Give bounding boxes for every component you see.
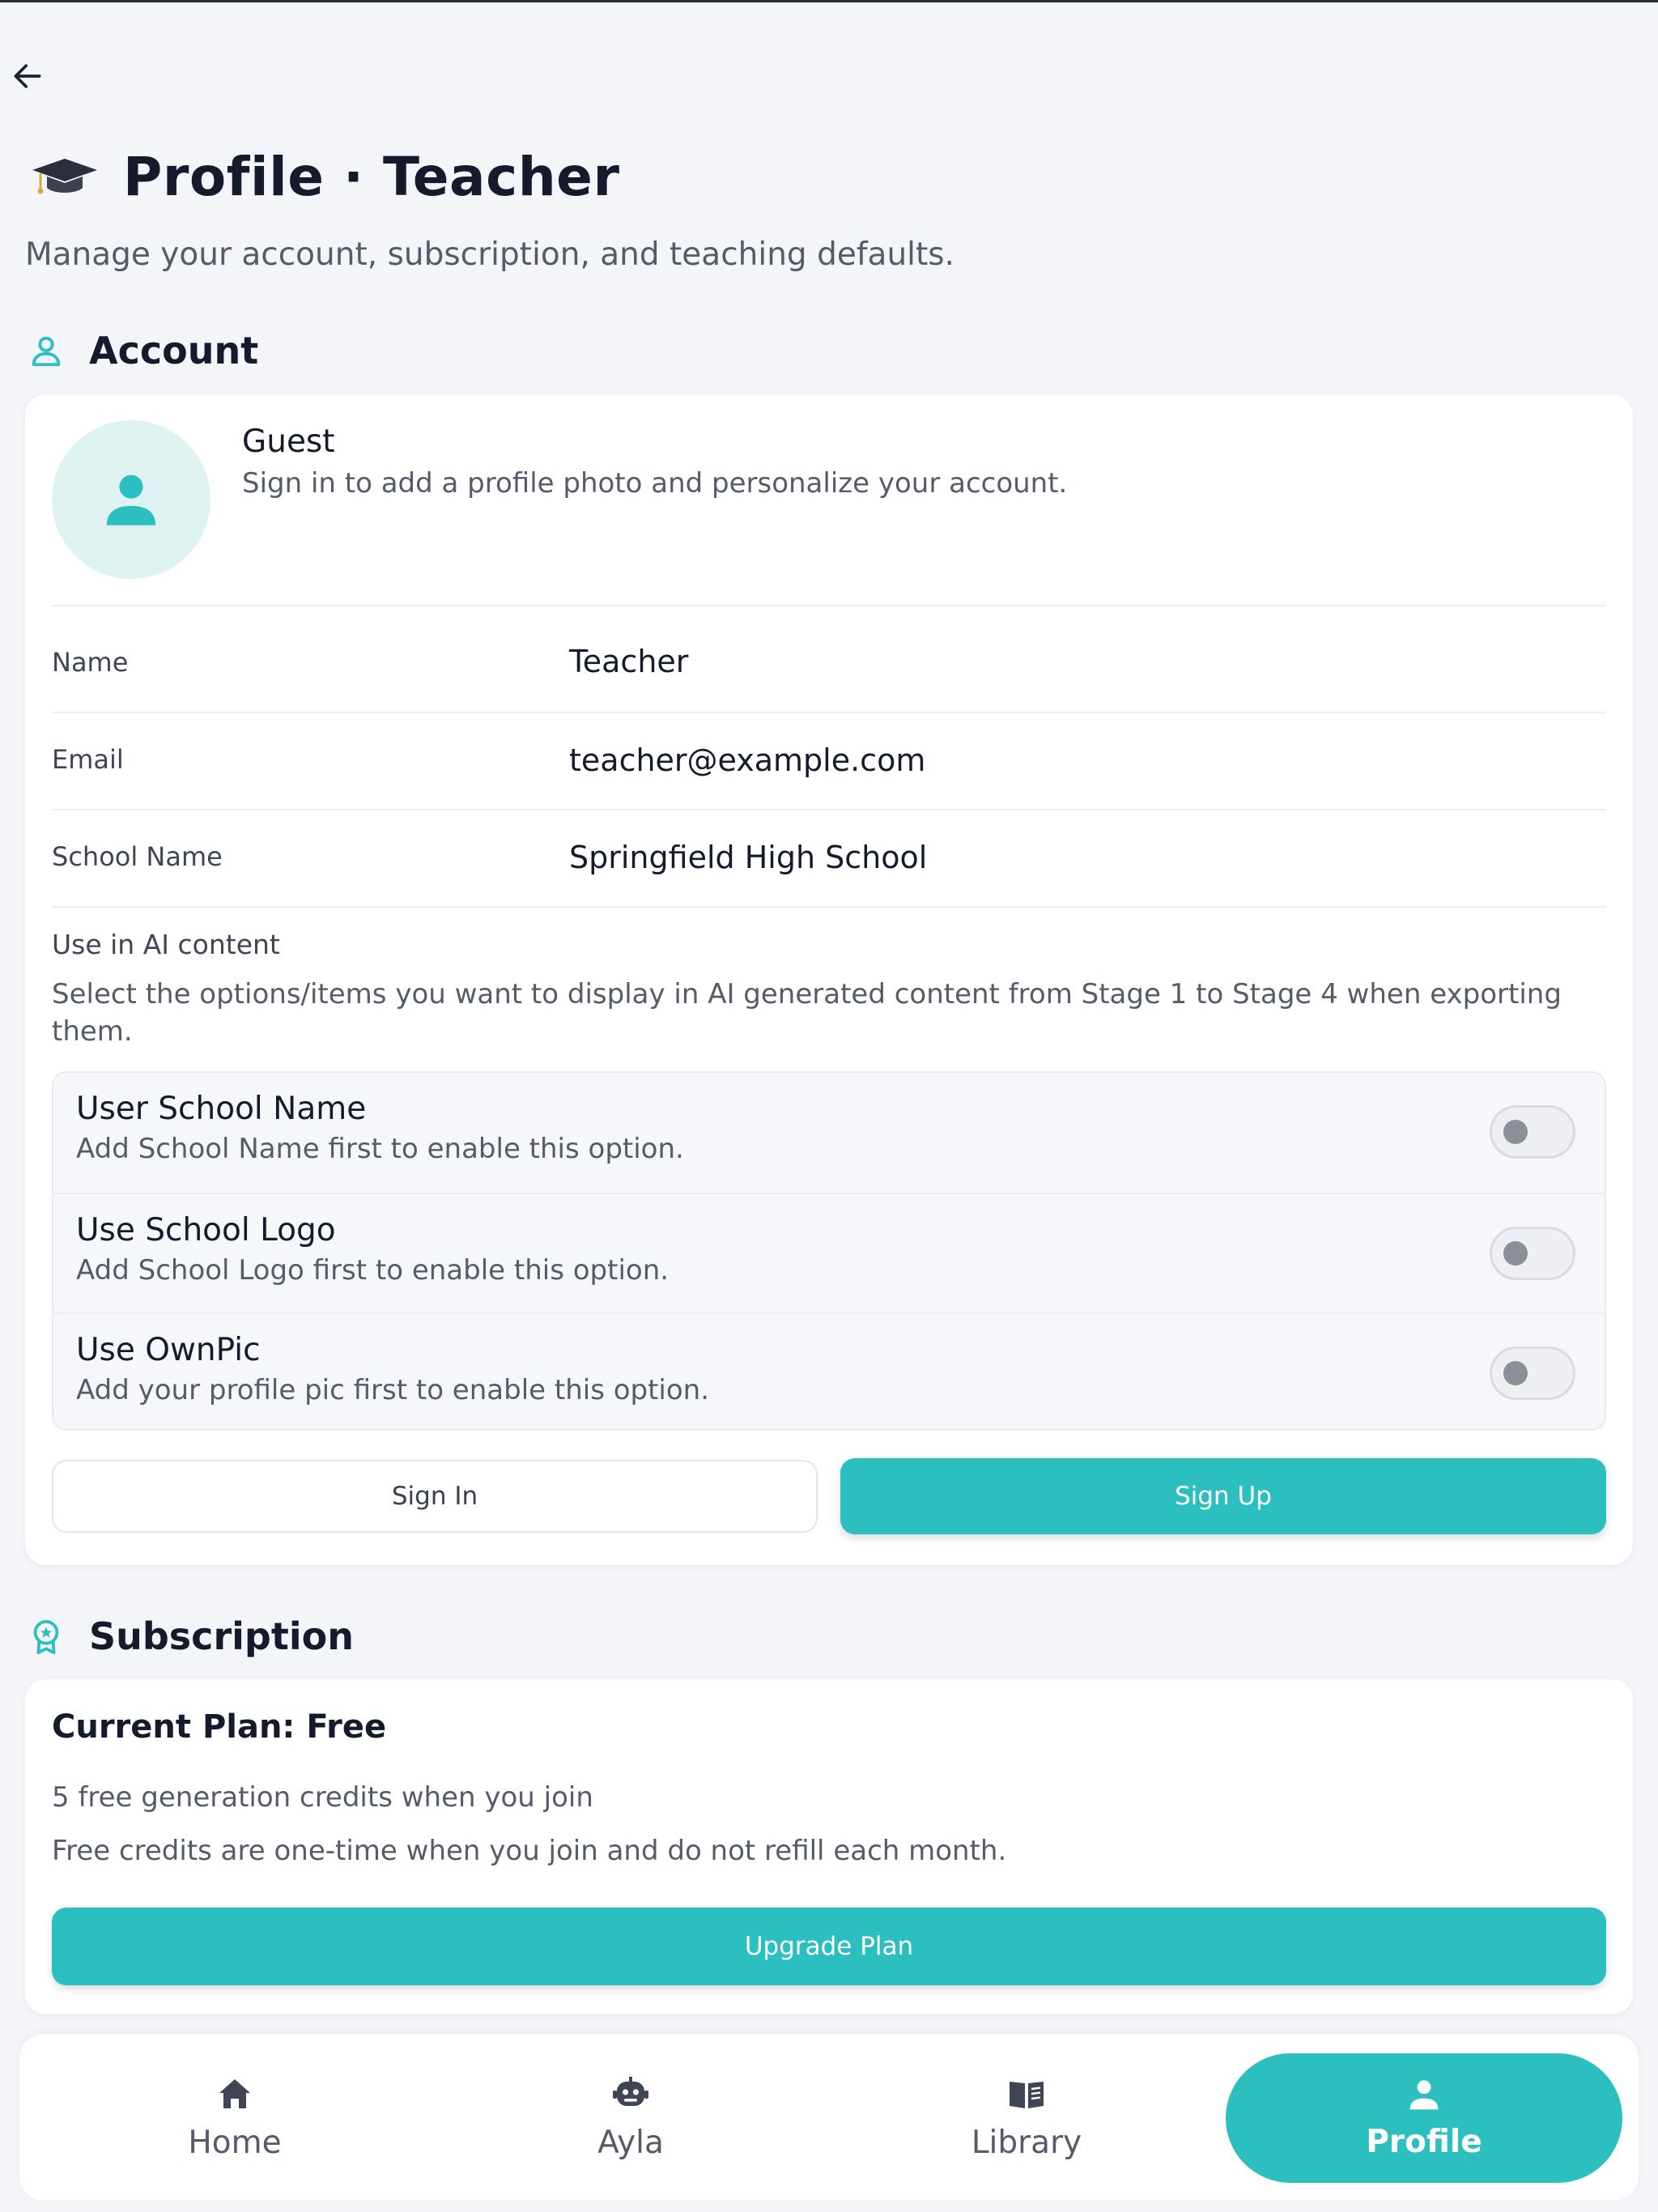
ai-content-description: Select the options/items you want to dis…: [52, 978, 1562, 1048]
divider: [52, 809, 1606, 810]
user-icon: [1409, 2079, 1439, 2109]
arrow-left-icon: [14, 64, 41, 88]
use-ownpic-toggle[interactable]: [1490, 1346, 1575, 1400]
email-label: Email: [52, 744, 124, 775]
subscription-section-title: Subscription: [89, 1614, 354, 1658]
account-card: Guest Sign in to add a profile photo and…: [25, 394, 1633, 1565]
page-header: Profile · Teacher: [29, 144, 620, 209]
toggle-knob: [1503, 1120, 1528, 1144]
subscription-card: Current Plan: Free 5 free generation cre…: [25, 1679, 1633, 2014]
toggle-knob: [1503, 1361, 1528, 1385]
upgrade-plan-button[interactable]: Upgrade Plan: [52, 1908, 1606, 1985]
nav-item-profile[interactable]: Profile: [1226, 2053, 1622, 2183]
account-section-title: Account: [89, 329, 259, 372]
book-icon: [1010, 2081, 1044, 2108]
avatar[interactable]: [52, 420, 210, 579]
option-title: Use OwnPic: [76, 1332, 261, 1368]
sign-up-button[interactable]: Sign Up: [840, 1458, 1606, 1534]
nav-item-ayla[interactable]: Ayla: [469, 2034, 793, 2201]
user-icon: [106, 474, 156, 525]
option-user-school-name: User School Name Add School Name first t…: [53, 1073, 1605, 1193]
option-desc: Add School Logo first to enable this opt…: [76, 1254, 670, 1287]
use-school-logo-toggle[interactable]: [1490, 1227, 1575, 1280]
home-icon: [219, 2078, 250, 2108]
guest-name: Guest: [242, 423, 335, 460]
ai-content-title: Use in AI content: [52, 929, 280, 960]
subscription-section-header: Subscription: [28, 1614, 354, 1658]
email-value[interactable]: teacher@example.com: [569, 742, 925, 778]
robot-icon: [613, 2076, 648, 2106]
option-title: Use School Logo: [76, 1212, 336, 1249]
award-icon: [33, 1619, 59, 1655]
name-value[interactable]: Teacher: [569, 644, 688, 679]
divider: [52, 605, 1606, 606]
bottom-nav: Home Ayla Library Profile: [19, 2034, 1639, 2201]
user-outline-icon: [32, 336, 61, 367]
page-title: Profile · Teacher: [123, 145, 620, 208]
school-name-value[interactable]: Springfield High School: [569, 840, 927, 875]
divider: [52, 906, 1606, 908]
toggle-knob: [1503, 1241, 1528, 1266]
nav-label-home: Home: [188, 2124, 282, 2161]
top-border: [0, 0, 1658, 2]
current-plan-title: Current Plan: Free: [52, 1708, 387, 1746]
account-section-header: Account: [28, 329, 258, 372]
graduation-cap-icon: [32, 159, 97, 194]
back-button[interactable]: [10, 58, 45, 94]
name-label: Name: [52, 647, 129, 678]
option-desc: Add your profile pic first to enable thi…: [76, 1374, 710, 1406]
option-title: User School Name: [76, 1091, 367, 1127]
ai-options-list: User School Name Add School Name first t…: [52, 1071, 1606, 1431]
nav-item-home[interactable]: Home: [73, 2034, 397, 2201]
sign-in-button[interactable]: Sign In: [52, 1460, 818, 1533]
plan-credits-text: 5 free generation credits when you join: [52, 1781, 593, 1814]
user-school-name-toggle[interactable]: [1490, 1105, 1575, 1159]
school-name-label: School Name: [52, 841, 223, 872]
option-use-ownpic: Use OwnPic Add your profile pic first to…: [53, 1312, 1605, 1432]
page-subtitle: Manage your account, subscription, and t…: [25, 236, 955, 273]
divider: [52, 712, 1606, 713]
plan-note-text: Free credits are one-time when you join …: [52, 1835, 1007, 1867]
option-use-school-logo: Use School Logo Add School Logo first to…: [53, 1193, 1605, 1312]
option-desc: Add School Name first to enable this opt…: [76, 1133, 684, 1165]
nav-item-library[interactable]: Library: [865, 2034, 1188, 2201]
nav-label-library: Library: [971, 2124, 1082, 2161]
nav-label-ayla: Ayla: [597, 2124, 664, 2161]
nav-label-profile: Profile: [1366, 2123, 1482, 2160]
guest-hint: Sign in to add a profile photo and perso…: [242, 467, 1068, 500]
